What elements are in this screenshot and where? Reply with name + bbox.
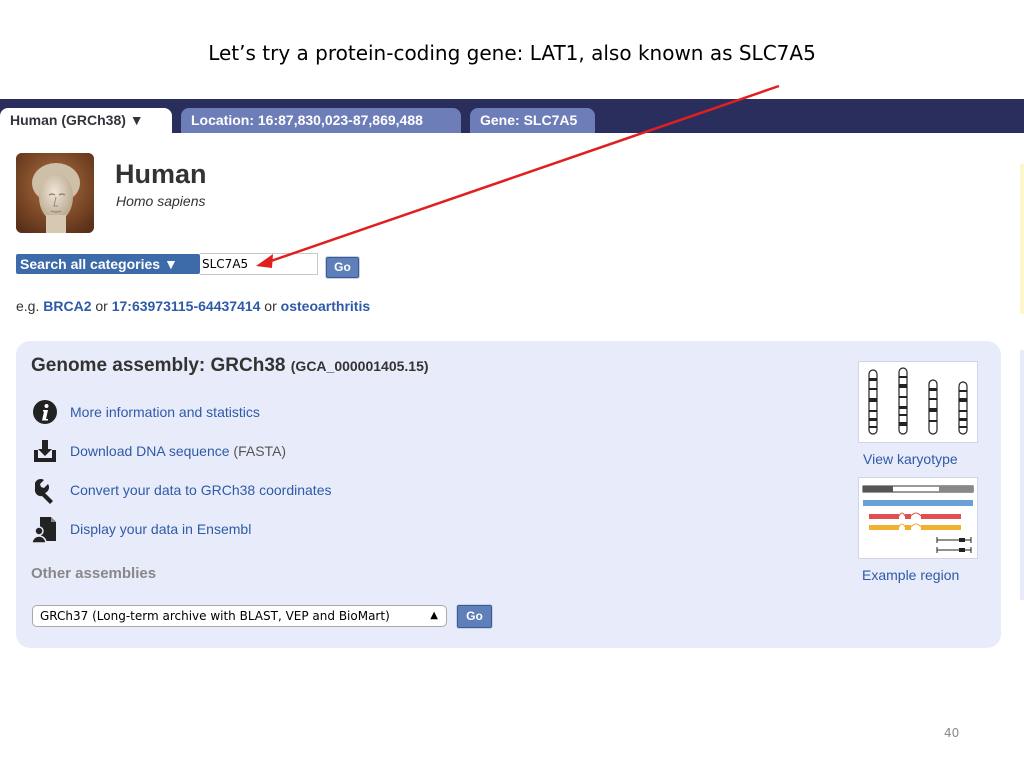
example-link-location[interactable]: 17:63973115-64437414 (112, 298, 261, 314)
wrench-icon (34, 478, 53, 504)
region-image (862, 485, 974, 553)
link-label[interactable]: Display your data in Ensembl (70, 521, 251, 537)
search-category-dropdown[interactable]: Search all categories ▼ (16, 254, 200, 274)
right-edge-panel (1020, 164, 1024, 314)
download-format: (FASTA) (229, 443, 287, 459)
example-link-brca2[interactable]: BRCA2 (43, 298, 91, 314)
link-label[interactable]: More information and statistics (70, 404, 260, 420)
species-image (16, 153, 94, 233)
assembly-title: Genome assembly: GRCh38 (31, 355, 286, 376)
species-latin-name: Homo sapiens (116, 193, 206, 209)
download-icon (34, 440, 56, 462)
tab-species[interactable]: Human (GRCh38) ▼ (0, 108, 172, 133)
assembly-select-value: GRCh37 (Long-term archive with BLAST, VE… (40, 609, 390, 623)
assembly-select[interactable]: GRCh37 (Long-term archive with BLAST, VE… (32, 605, 447, 627)
view-karyotype-link[interactable]: View karyotype (863, 451, 958, 467)
karyotype-image (868, 367, 968, 435)
search-input[interactable] (200, 253, 318, 275)
link-label[interactable]: Convert your data to GRCh38 coordinates (70, 482, 331, 498)
info-icon (33, 400, 57, 424)
assembly-accession: (GCA_000001405.15) (290, 358, 429, 374)
download-label[interactable]: Download DNA sequence (70, 443, 230, 459)
search-examples: e.g. BRCA2 or 17:63973115-64437414 or os… (16, 298, 370, 314)
statue-head-image (16, 153, 94, 233)
eg-or: or (91, 298, 112, 314)
page-number: 40 (944, 726, 960, 740)
genome-assembly-panel: Genome assembly: GRCh38 (GCA_000001405.1… (16, 341, 1001, 648)
eg-prefix: e.g. (16, 298, 44, 314)
assembly-go-button[interactable]: Go (457, 605, 492, 628)
eg-or: or (260, 298, 281, 314)
user-data-icon (31, 517, 56, 543)
right-edge-panel-2 (1020, 350, 1024, 600)
example-link-osteoarthritis[interactable]: osteoarthritis (281, 298, 370, 314)
slide-title: Let’s try a protein-coding gene: LAT1, a… (208, 41, 816, 65)
search-go-button[interactable]: Go (326, 257, 359, 278)
karyotype-thumbnail[interactable] (858, 361, 978, 443)
region-thumbnail[interactable] (858, 477, 978, 559)
example-region-link[interactable]: Example region (862, 567, 959, 583)
other-assemblies-heading: Other assemblies (31, 565, 157, 582)
species-name: Human (115, 159, 207, 189)
panel-heading: Genome assembly: GRCh38 (GCA_000001405.1… (31, 355, 429, 377)
select-arrows-icon: ▲ (430, 610, 438, 621)
link-label[interactable]: Download DNA sequence (FASTA) (70, 443, 286, 459)
ensembl-tab-bar: Human (GRCh38) ▼ Location: 16:87,830,023… (0, 99, 1024, 133)
tab-gene[interactable]: Gene: SLC7A5 (470, 108, 595, 133)
tab-location[interactable]: Location: 16:87,830,023-87,869,488 (181, 108, 461, 133)
